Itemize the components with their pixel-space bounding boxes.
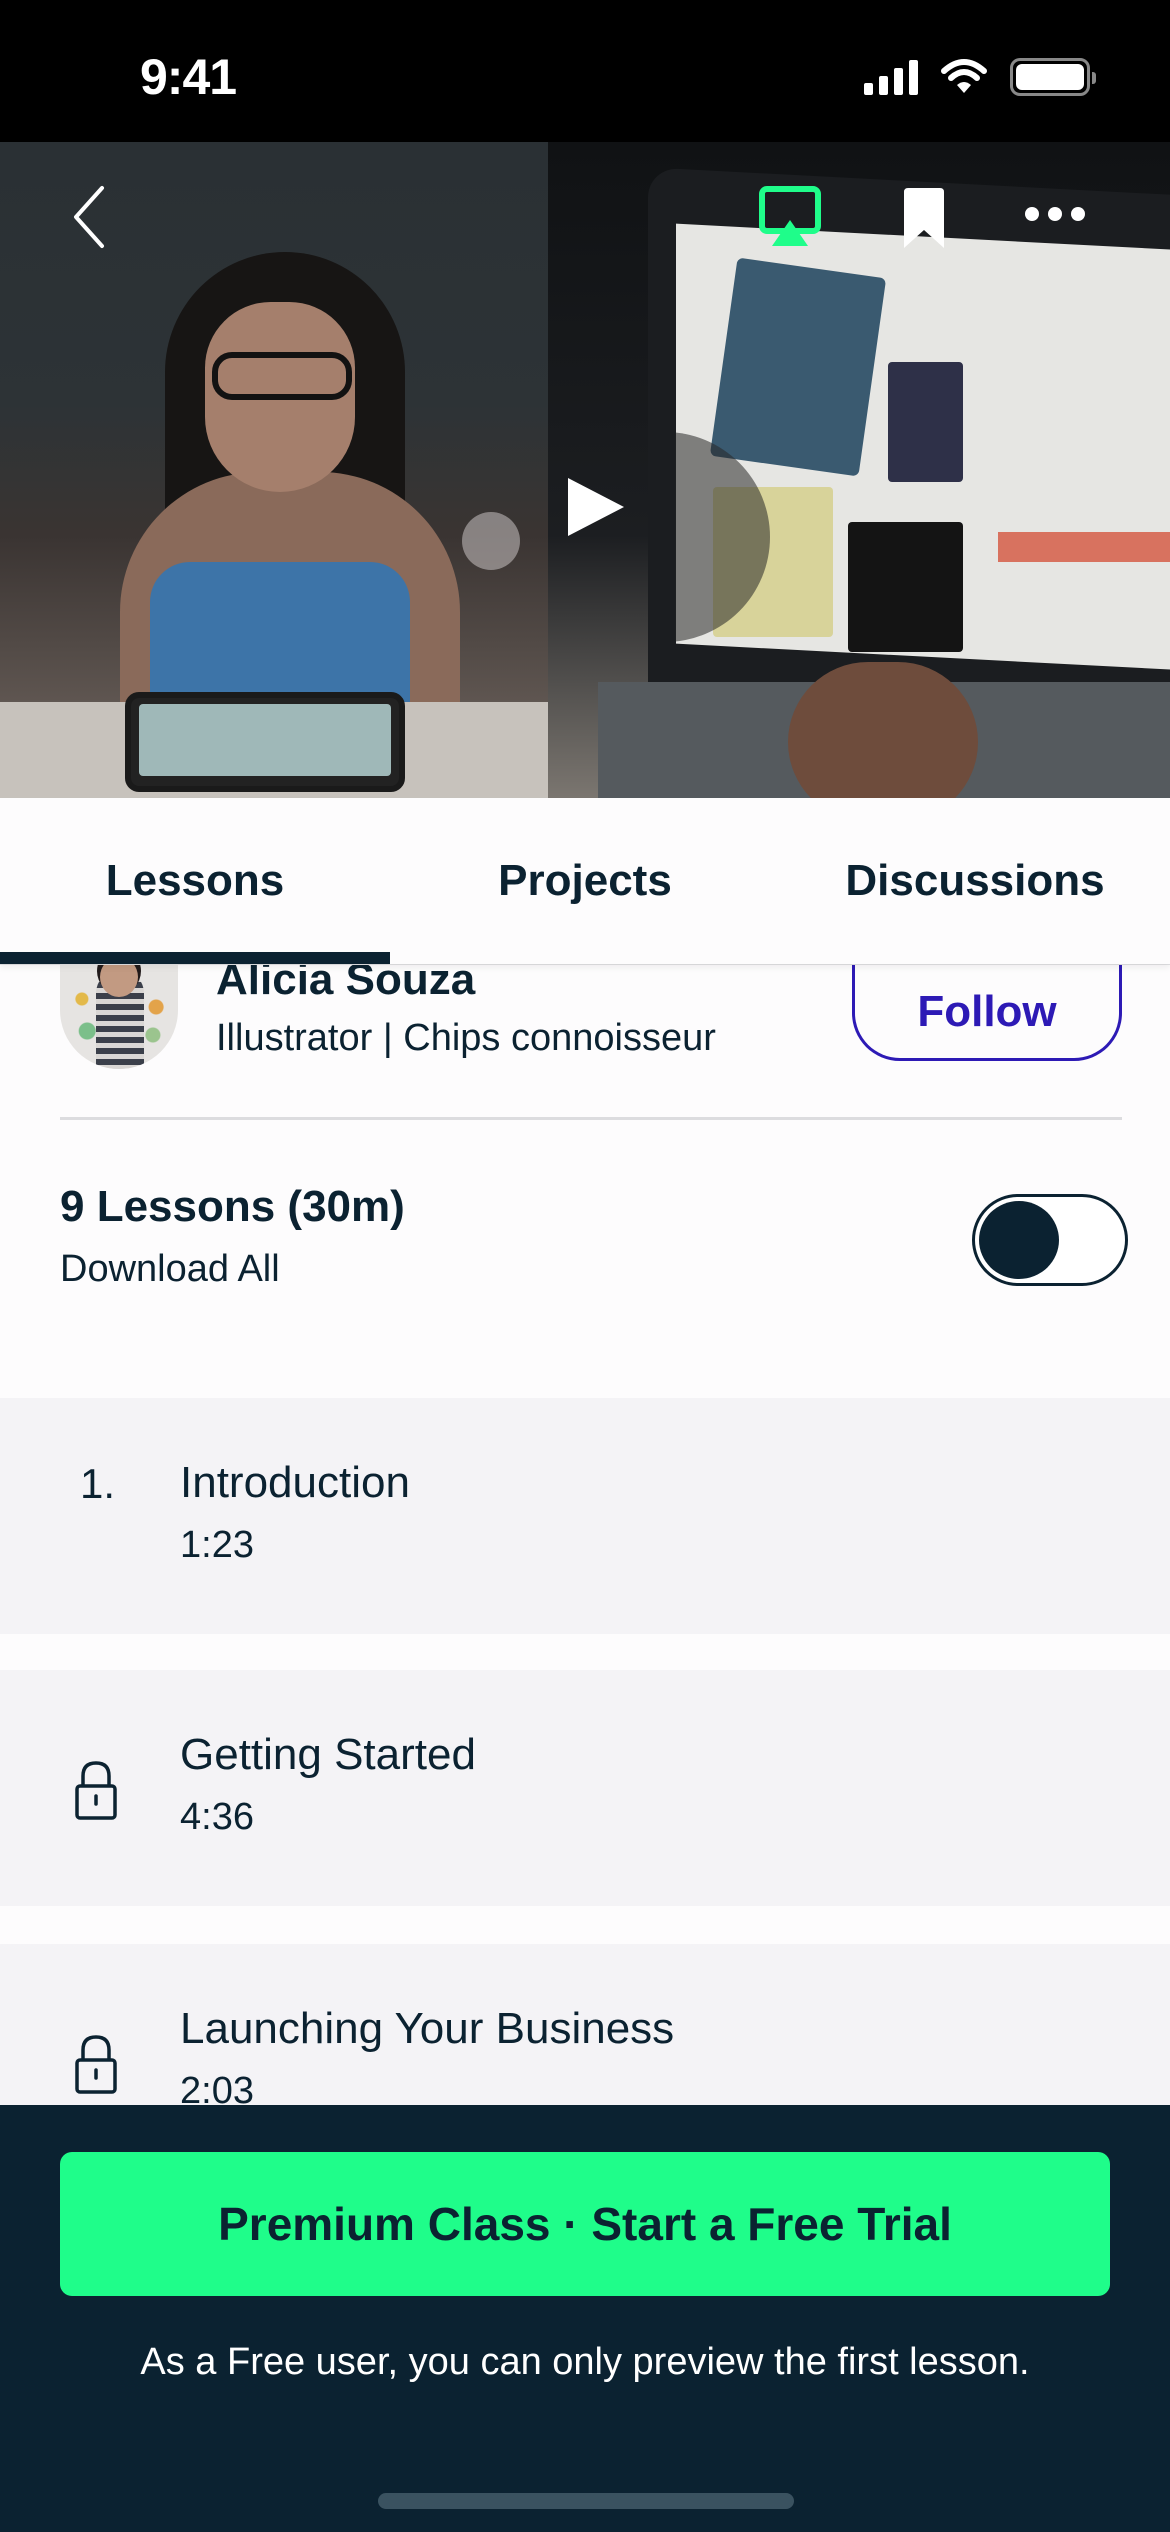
status-bar: 9:41 (0, 0, 1170, 142)
free-user-note: As a Free user, you can only preview the… (140, 2341, 1030, 2383)
play-icon (568, 478, 624, 536)
bookmark-button[interactable] (900, 186, 948, 250)
airplay-icon (759, 186, 821, 246)
lessons-header: 9 Lessons (30m) Download All (0, 1120, 1170, 1398)
lesson-item[interactable]: 1. Introduction 1:23 (0, 1398, 1170, 1634)
video-player[interactable] (0, 142, 1170, 798)
back-button[interactable] (66, 182, 116, 252)
lesson-duration: 1:23 (180, 1524, 254, 1566)
start-free-trial-button[interactable]: Premium Class · Start a Free Trial (60, 2152, 1110, 2296)
status-time: 9:41 (140, 49, 237, 105)
download-all-toggle[interactable] (972, 1194, 1128, 1286)
battery-icon (1010, 58, 1096, 96)
lesson-title: Launching Your Business (180, 2004, 675, 2053)
tab-discussions[interactable]: Discussions (780, 798, 1170, 964)
download-all-label: Download All (60, 1248, 280, 1290)
bookmark-icon (904, 188, 944, 248)
teacher-headline: Illustrator | Chips connoisseur (216, 1017, 716, 1059)
more-options-button[interactable] (1022, 202, 1088, 226)
lock-icon (75, 2035, 117, 2094)
playback-controls (460, 392, 770, 642)
lesson-index: 1. (80, 1460, 116, 1507)
tab-lessons[interactable]: Lessons (0, 798, 390, 964)
teacher-info: Alicia Souza Illustrator | Chips connois… (0, 955, 1170, 1120)
play-button[interactable] (560, 472, 630, 542)
lessons-count: 9 Lessons (30m) (60, 1182, 405, 1231)
scrubber-handle[interactable] (462, 512, 520, 570)
status-icons (864, 58, 1096, 96)
lesson-item[interactable]: Getting Started 4:36 (0, 1670, 1170, 1906)
follow-button[interactable]: Follow (852, 965, 1122, 1061)
avatar[interactable] (60, 965, 178, 1069)
airplay-button[interactable] (758, 186, 822, 248)
chevron-left-icon (74, 186, 104, 248)
cellular-signal-icon (864, 59, 918, 95)
toggle-knob (979, 1201, 1059, 1279)
tab-projects[interactable]: Projects (390, 798, 780, 964)
tab-bar: Lessons Projects Discussions (0, 798, 1170, 964)
lock-icon (75, 1761, 117, 1820)
home-indicator[interactable] (378, 2493, 794, 2509)
lesson-title: Getting Started (180, 1730, 476, 1779)
premium-cta-panel: Premium Class · Start a Free Trial As a … (0, 2105, 1170, 2532)
lesson-title: Introduction (180, 1458, 410, 1507)
more-horizontal-icon (1025, 207, 1085, 221)
lesson-duration: 4:36 (180, 1796, 254, 1838)
wifi-icon (941, 59, 987, 93)
